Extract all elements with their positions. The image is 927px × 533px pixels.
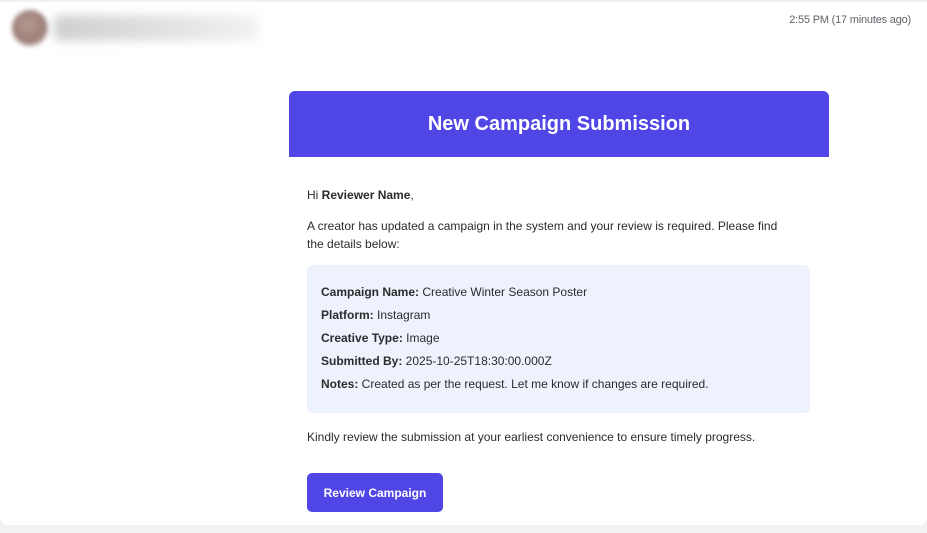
sender-info[interactable] xyxy=(12,10,259,46)
email-body: Hi Reviewer Name, A creator has updated … xyxy=(289,157,829,512)
detail-label: Campaign Name: xyxy=(321,285,420,299)
sender-name-redacted xyxy=(54,15,259,41)
greeting-prefix: Hi xyxy=(307,188,322,202)
detail-label: Submitted By: xyxy=(321,354,403,368)
email-content: New Campaign Submission Hi Reviewer Name… xyxy=(289,91,829,512)
detail-creative-type: Creative Type: Image xyxy=(321,329,796,352)
detail-value: Image xyxy=(402,331,440,345)
email-header: New Campaign Submission xyxy=(289,91,829,157)
greeting-suffix: , xyxy=(410,188,414,202)
closing-text: Kindly review the submission at your ear… xyxy=(307,430,756,444)
detail-notes: Notes: Created as per the request. Let m… xyxy=(321,375,796,398)
intro-text: A creator has updated a campaign in the … xyxy=(307,219,778,251)
detail-value: 2025-10-25T18:30:00.000Z xyxy=(402,354,552,368)
detail-value: Created as per the request. Let me know … xyxy=(358,377,709,391)
greeting: Hi Reviewer Name, xyxy=(307,187,811,203)
email-header-title: New Campaign Submission xyxy=(427,112,691,135)
detail-label: Platform: xyxy=(321,308,374,322)
detail-value: Instagram xyxy=(373,308,431,322)
campaign-details-box: Campaign Name: Creative Winter Season Po… xyxy=(307,265,810,413)
email-message-card: 2:55 PM (17 minutes ago) New Campaign Su… xyxy=(0,2,927,525)
detail-value: Creative Winter Season Poster xyxy=(419,285,588,299)
detail-label: Notes: xyxy=(321,377,359,391)
review-campaign-button[interactable]: Review Campaign xyxy=(307,473,443,512)
detail-submitted-by: Submitted By: 2025-10-25T18:30:00.000Z xyxy=(321,352,796,375)
detail-platform: Platform: Instagram xyxy=(321,306,796,329)
reviewer-name: Reviewer Name xyxy=(321,188,411,202)
detail-campaign-name: Campaign Name: Creative Winter Season Po… xyxy=(321,283,796,306)
sender-avatar[interactable] xyxy=(12,10,48,46)
message-timestamp: 2:55 PM (17 minutes ago) xyxy=(789,14,911,26)
detail-label: Creative Type: xyxy=(321,331,403,345)
